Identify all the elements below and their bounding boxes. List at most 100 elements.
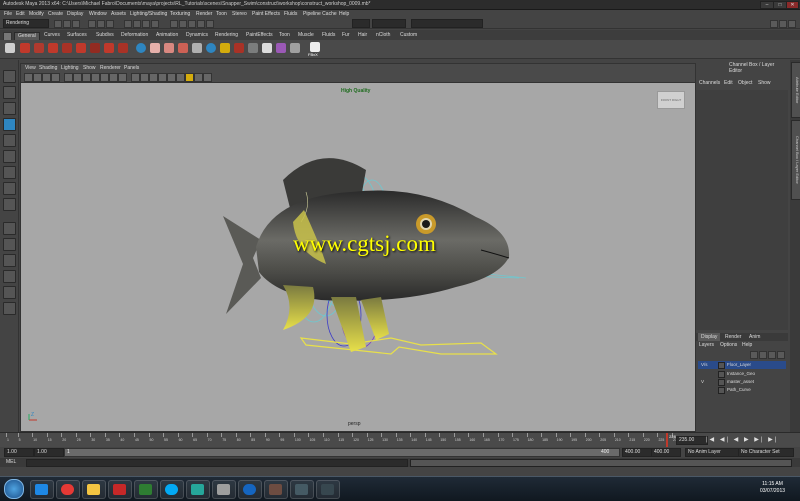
start-button[interactable] — [4, 479, 24, 499]
menu-help[interactable]: Help — [339, 11, 349, 17]
layer-menu-options[interactable]: Options — [720, 342, 737, 348]
shelf-tool-11-icon[interactable] — [178, 43, 188, 53]
channel-menu-object[interactable]: Object — [738, 80, 752, 86]
minimize-button[interactable]: – — [760, 1, 774, 9]
film-gate-icon[interactable] — [73, 73, 82, 82]
shelf-tool-7-icon[interactable] — [104, 43, 114, 53]
tab-painteffects[interactable]: PaintEffects — [243, 32, 276, 39]
layer-move-up-icon[interactable] — [750, 351, 758, 359]
shelf-tool-18-icon[interactable] — [276, 43, 286, 53]
new-layer-selected-icon[interactable] — [777, 351, 785, 359]
safe-action-icon[interactable] — [109, 73, 118, 82]
layout-four-icon[interactable] — [3, 238, 16, 251]
lasso-tool-icon[interactable] — [3, 86, 16, 99]
current-time-indicator[interactable] — [666, 433, 669, 447]
tab-rendering[interactable]: Rendering — [212, 32, 241, 39]
gate-mask-icon[interactable] — [91, 73, 100, 82]
viewport-panel[interactable]: View Shading Lighting Show Renderer Pane… — [20, 63, 696, 432]
system-tray[interactable] — [690, 483, 750, 495]
shelf-tool-17-icon[interactable] — [262, 43, 272, 53]
use-all-lights-icon[interactable] — [167, 73, 176, 82]
maximize-button[interactable]: □ — [773, 1, 787, 9]
playback-controls[interactable]: |◀ ◀| ◀ ▶ ▶| ▶| — [706, 436, 778, 443]
render-view-icon[interactable] — [179, 20, 187, 28]
xray-joints-icon[interactable] — [203, 73, 212, 82]
shelf-tool-14-icon[interactable] — [220, 43, 230, 53]
shelf-tool-1-icon[interactable] — [20, 43, 30, 53]
clock[interactable]: 11:15 AM 03/07/2013 — [760, 481, 785, 495]
toggle-attribute-editor-icon[interactable] — [770, 20, 778, 28]
channel-menu-channels[interactable]: Channels — [699, 80, 720, 86]
shelf-tool-10-icon[interactable] — [164, 43, 174, 53]
select-tool-icon[interactable] — [3, 70, 16, 83]
taskbar-app4-button[interactable] — [316, 480, 340, 499]
menu-stereo[interactable]: Stereo — [232, 11, 247, 17]
command-input[interactable] — [26, 459, 408, 467]
range-bar[interactable]: 1 400 — [64, 448, 620, 457]
layer-color-swatch[interactable] — [718, 387, 725, 394]
numeric-input-field[interactable] — [411, 19, 483, 28]
time-slider[interactable]: 1 5 10 15 20 25 30 35 40 45 50 55 60 65 70 75 80 85 90 95 10… — [0, 432, 800, 447]
menu-pipeline-cache[interactable]: Pipeline Cache — [303, 11, 337, 17]
shelf-tool-19-icon[interactable] — [290, 43, 300, 53]
input-mode-dropdown[interactable] — [352, 19, 370, 28]
manipulator-tool-icon[interactable] — [3, 166, 16, 179]
tab-fur[interactable]: Fur — [339, 32, 353, 39]
field-chart-icon[interactable] — [100, 73, 109, 82]
tab-curves[interactable]: Curves — [41, 32, 63, 39]
layer-visibility[interactable]: V/s — [701, 361, 708, 369]
shelf-tool-8-icon[interactable] — [118, 43, 128, 53]
shelf-tool-12-icon[interactable] — [192, 43, 202, 53]
layer-visibility[interactable]: V — [701, 378, 704, 386]
taskbar-filezilla-button[interactable] — [108, 480, 132, 499]
tab-fluids[interactable]: Fluids — [319, 32, 338, 39]
layout-two-icon[interactable] — [3, 254, 16, 267]
grid-icon[interactable] — [64, 73, 73, 82]
toggle-channel-box-icon[interactable] — [788, 20, 796, 28]
snap-point-icon[interactable] — [142, 20, 150, 28]
viewport-menu-panels[interactable]: Panels — [124, 65, 139, 71]
render-settings-icon[interactable] — [206, 20, 214, 28]
layer-move-down-icon[interactable] — [759, 351, 767, 359]
image-plane-icon[interactable] — [51, 73, 60, 82]
render-icon[interactable] — [188, 20, 196, 28]
layout-single-icon[interactable] — [3, 222, 16, 235]
tab-attribute-editor[interactable]: Attribute Editor — [791, 62, 800, 118]
menu-assets[interactable]: Assets — [111, 11, 126, 17]
layer-color-swatch[interactable] — [718, 362, 725, 369]
channel-menu-edit[interactable]: Edit — [724, 80, 733, 86]
shelf-settings-icon[interactable] — [5, 43, 15, 53]
rotate-tool-icon[interactable] — [3, 134, 16, 147]
smooth-shade-icon[interactable] — [140, 73, 149, 82]
layer-menu-help[interactable]: Help — [742, 342, 752, 348]
character-set-dropdown[interactable]: No Character Set — [738, 448, 794, 457]
wireframe-icon[interactable] — [131, 73, 140, 82]
sphere-icon[interactable] — [136, 43, 146, 53]
bookmark-icon[interactable] — [42, 73, 51, 82]
tab-display[interactable]: Display — [698, 333, 721, 341]
lights-icon[interactable] — [185, 73, 194, 82]
tab-custom[interactable]: Custom — [397, 32, 420, 39]
channel-menu-show[interactable]: Show — [758, 80, 771, 86]
menu-modify[interactable]: Modify — [29, 11, 44, 17]
xray-icon[interactable] — [194, 73, 203, 82]
menu-window[interactable]: Window — [89, 11, 107, 17]
taskbar-hp-button[interactable] — [238, 480, 262, 499]
anim-layer-dropdown[interactable]: No Anim Layer — [685, 448, 739, 457]
tab-hair[interactable]: Hair — [355, 32, 370, 39]
menu-lighting-shading[interactable]: Lighting/Shading — [130, 11, 167, 17]
new-scene-icon[interactable] — [54, 20, 62, 28]
paint-select-tool-icon[interactable] — [3, 102, 16, 115]
soft-mod-tool-icon[interactable] — [3, 182, 16, 195]
taskbar-chrome-button[interactable] — [56, 480, 80, 499]
layout-hypershade-icon[interactable] — [3, 302, 16, 315]
tab-deformation[interactable]: Deformation — [118, 32, 151, 39]
layout-outliner-icon[interactable] — [3, 270, 16, 283]
taskbar-skype-button[interactable] — [160, 480, 184, 499]
start-time-field[interactable]: 1.00 — [4, 448, 34, 457]
current-frame-field[interactable]: 235.00 — [676, 436, 708, 445]
viewport-menu-renderer[interactable]: Renderer — [100, 65, 121, 71]
taskbar-app3-button[interactable] — [290, 480, 314, 499]
layer-row[interactable]: Instance_Geo — [698, 370, 786, 378]
toggle-tool-settings-icon[interactable] — [779, 20, 787, 28]
